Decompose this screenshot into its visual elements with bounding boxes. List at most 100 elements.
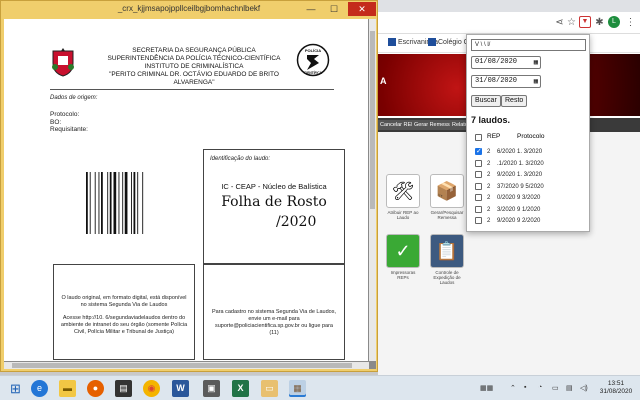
horizontal-scrollbar[interactable] xyxy=(4,362,369,369)
printer-select[interactable]: V \ \ l/ xyxy=(471,39,586,51)
row-checkbox[interactable] xyxy=(475,194,482,201)
lab-name: IC - CEAP - Núcleo de Balística xyxy=(221,182,327,191)
chrome-icon[interactable]: ◉ xyxy=(143,380,160,397)
policia-cientifica-logo: POLÍCIA CIENTÍFICA xyxy=(296,43,330,77)
volume-icon[interactable]: ◁) xyxy=(580,384,588,392)
tile-gerar-remessa[interactable]: 📦 Gerar/Pesquisar Remessa xyxy=(430,174,464,220)
word-icon[interactable]: W xyxy=(172,380,189,397)
minimize-button[interactable]: — xyxy=(301,2,321,16)
select-all-checkbox[interactable] xyxy=(475,134,482,141)
tools-icon: 🛠 xyxy=(386,174,420,208)
list-item[interactable]: 2 3/2020 9 1/2020 xyxy=(475,205,587,215)
battery-icon[interactable]: ▭ xyxy=(552,384,559,392)
list-item[interactable]: 2 9/2020 9 2/2020 xyxy=(475,216,587,226)
box-icon: 📦 xyxy=(430,174,464,208)
maximize-button[interactable]: ☐ xyxy=(324,2,344,16)
extension-popup: V \ \ l/ 01/08/2020 ▦ 31/08/2020 ▦ Busca… xyxy=(466,34,590,232)
tile-impressoras[interactable]: ✓ Impressoras REPs xyxy=(386,234,420,280)
report-year: /2020 xyxy=(276,214,317,230)
taskbar: ⊞ e ▬ ● ▤ ◉ W ▣ X ▭ ▦ ▦▦ ⌃ ▪ ◔ ▭ ▤ ◁) 13… xyxy=(0,375,640,400)
tile-atribuir-rep[interactable]: 🛠 Atribuir REP ao Laudo xyxy=(386,174,420,220)
edge-icon[interactable]: e xyxy=(31,380,48,397)
row-checkbox[interactable] xyxy=(475,205,482,213)
store-icon[interactable]: ▤ xyxy=(115,380,132,397)
barcode-bar xyxy=(124,172,128,234)
document-page: SECRETARIA DA SEGURANÇA PÚBLICA SUPERINT… xyxy=(4,19,368,361)
barcode-bar xyxy=(89,172,91,234)
barcode-bar xyxy=(133,172,136,234)
state-seal-icon xyxy=(52,48,74,77)
scroll-thumb[interactable] xyxy=(370,31,375,209)
folder-icon[interactable]: ▭ xyxy=(261,380,278,397)
identification-label: Identificação do laudo: xyxy=(210,156,271,162)
file-explorer-icon[interactable]: ▬ xyxy=(59,380,76,397)
row-checkbox[interactable] xyxy=(475,147,482,157)
logo-icon: POLÍCIA CIENTÍFICA xyxy=(296,43,330,77)
list-item[interactable]: 2 0/2020 9 3/2020 xyxy=(475,193,587,203)
keyboard-icon[interactable]: ▦▦ xyxy=(480,384,493,392)
date-end-input[interactable]: 31/08/2020 ▦ xyxy=(471,75,541,88)
vertical-scrollbar[interactable] xyxy=(369,19,376,361)
logo-text-bottom: CIENTÍFICA xyxy=(304,70,323,75)
row-protocol: 9/2020 1. 3/2020 xyxy=(497,172,543,178)
result-count: 7 laudos. xyxy=(471,115,511,125)
close-button[interactable]: ✕ xyxy=(348,2,376,16)
barcode-bar xyxy=(118,172,120,234)
document-viewer-taskbar-icon[interactable]: ▦ xyxy=(289,380,306,397)
avatar[interactable]: L xyxy=(608,16,620,28)
bookmark-icon xyxy=(388,38,396,46)
registration-notice: Para cadastro no sistema Segunda Via de … xyxy=(203,264,345,360)
app-icon[interactable]: ▣ xyxy=(203,380,220,397)
browser-toolbar: ⋖ ☆ ▼ ✱ L ⋮ xyxy=(378,12,640,34)
reset-button[interactable]: Resto xyxy=(501,95,528,107)
firefox-icon[interactable]: ● xyxy=(87,380,104,397)
document-viewport[interactable]: SECRETARIA DA SEGURANÇA PÚBLICA SUPERINT… xyxy=(4,19,376,369)
scroll-thumb[interactable] xyxy=(12,363,352,368)
list-item[interactable]: 2 37/2020 9 5/2020 xyxy=(475,182,587,192)
barcode-bar xyxy=(142,172,144,234)
barcode-bar xyxy=(131,172,132,234)
row-checkbox[interactable] xyxy=(475,159,482,167)
header-divider xyxy=(50,89,334,90)
row-checkbox[interactable] xyxy=(475,182,482,190)
excel-icon[interactable]: X xyxy=(232,380,249,397)
barcode-bar xyxy=(109,172,112,234)
barcode-bar xyxy=(137,172,139,234)
row-protocol: 3/2020 9 1/2020 xyxy=(497,206,541,213)
row-checkbox[interactable] xyxy=(475,217,482,224)
row-checkbox[interactable] xyxy=(475,171,482,178)
star-icon[interactable]: ☆ xyxy=(566,17,577,28)
list-item[interactable]: 2 9/2020 1. 3/2020 xyxy=(475,170,587,180)
system-clock[interactable]: 13:51 31/08/2020 xyxy=(596,380,636,396)
network-icon[interactable]: ▤ xyxy=(566,384,573,392)
menu-gerar-remessa[interactable]: Gerar Remessa xyxy=(412,120,455,130)
browser-tab-strip xyxy=(378,0,640,12)
row-protocol: 37/2020 9 5/2020 xyxy=(497,183,544,190)
row-rep: 2 xyxy=(487,172,491,178)
row-protocol: .1/2020 1. 3/2020 xyxy=(497,160,544,167)
tray-app-icon[interactable]: ▪ xyxy=(524,384,526,391)
calendar-icon[interactable]: ▦ xyxy=(534,59,538,67)
digital-report-notice: O laudo original, em formato digital, es… xyxy=(53,264,195,360)
row-protocol: 0/2020 9 3/2020 xyxy=(497,195,541,201)
date-start-input[interactable]: 01/08/2020 ▦ xyxy=(471,56,541,69)
tray-chevron-icon[interactable]: ⌃ xyxy=(510,384,516,392)
tile-controle-expedicao[interactable]: 📋 Controle de Expedição de Laudos xyxy=(430,234,464,285)
barcode-bar xyxy=(94,172,96,234)
list-item[interactable]: 2 6/2020 1. 3/2020 xyxy=(475,147,587,157)
origin-label: Dados de origem: xyxy=(50,95,98,101)
puzzle-icon[interactable]: ✱ xyxy=(594,17,605,28)
bookmark-colegio[interactable]: Colégio Ol xyxy=(428,38,471,46)
calendar-icon[interactable]: ▦ xyxy=(534,78,538,86)
windows-start-icon[interactable]: ⊞ xyxy=(7,380,24,397)
tray-sync-icon[interactable]: ◔ xyxy=(538,384,542,391)
identification-box: Identificação do laudo: IC - CEAP - Núcl… xyxy=(203,149,345,264)
extension-icon[interactable]: ▼ xyxy=(579,16,591,28)
menu-dots-icon[interactable]: ⋮ xyxy=(625,17,636,28)
row-rep: 2 xyxy=(487,149,491,155)
clipboard-icon: 📋 xyxy=(430,234,464,268)
search-button[interactable]: Buscar xyxy=(471,95,501,107)
barcode-bar xyxy=(113,172,117,234)
share-icon[interactable]: ⋖ xyxy=(554,17,565,28)
list-item[interactable]: 2 .1/2020 1. 3/2020 xyxy=(475,159,587,169)
